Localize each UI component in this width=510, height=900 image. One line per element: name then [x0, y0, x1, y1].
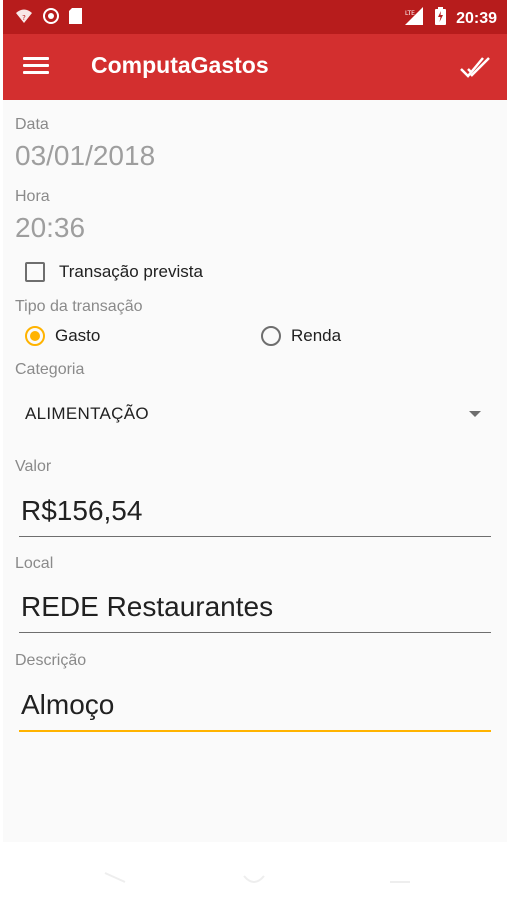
category-label: Categoria	[15, 361, 85, 378]
battery-charging-icon	[435, 7, 447, 30]
radio-gasto-label: Gasto	[55, 326, 101, 345]
double-check-icon[interactable]	[459, 50, 493, 84]
description-input[interactable]	[19, 682, 493, 728]
svg-text:LTE: LTE	[405, 10, 415, 17]
category-value: ALIMENTAÇÃO	[25, 404, 149, 423]
planned-transaction-checkbox[interactable]: Transação prevista	[25, 262, 203, 282]
place-input[interactable]	[19, 584, 493, 630]
signal-lte-icon: LTE	[403, 7, 425, 30]
radio-renda-circle[interactable]	[261, 326, 281, 346]
description-field[interactable]	[19, 682, 493, 732]
app-title: ComputaGastos	[91, 52, 269, 78]
value-input[interactable]	[19, 488, 493, 534]
status-left-icons: ?	[15, 8, 82, 29]
dropdown-arrow-icon[interactable]	[469, 411, 481, 417]
category-dropdown[interactable]: ALIMENTAÇÃO	[15, 388, 495, 438]
home-icon[interactable]	[241, 864, 267, 889]
time-value[interactable]: 20:36	[15, 212, 85, 244]
wifi-question-icon: ?	[15, 8, 33, 29]
value-label: Valor	[15, 458, 52, 475]
value-field[interactable]	[19, 488, 493, 537]
radio-renda-label: Renda	[291, 326, 342, 345]
place-field[interactable]	[19, 584, 493, 633]
svg-text:?: ?	[22, 14, 26, 22]
radio-gasto-circle[interactable]	[25, 326, 45, 346]
date-label: Data	[15, 116, 49, 133]
status-bar: ? LTE 20:39	[3, 0, 507, 34]
hamburger-menu-icon[interactable]	[23, 54, 49, 80]
radio-gasto[interactable]: Gasto	[25, 326, 100, 346]
description-label: Descrição	[15, 652, 87, 669]
back-icon[interactable]	[101, 864, 127, 889]
time-label: Hora	[15, 188, 50, 205]
app-frame: ? LTE 20:39 ComputaGastos Data 03/01/201…	[3, 0, 507, 900]
app-bar: ComputaGastos	[3, 34, 507, 100]
record-icon	[43, 8, 59, 29]
planned-transaction-label: Transação prevista	[59, 262, 203, 281]
radio-renda[interactable]: Renda	[261, 326, 341, 346]
place-label: Local	[15, 555, 54, 572]
recents-icon[interactable]	[387, 864, 413, 889]
transaction-type-label: Tipo da transação	[15, 298, 143, 315]
status-right-icons: LTE 20:39	[403, 7, 497, 30]
date-value[interactable]: 03/01/2018	[15, 140, 155, 172]
status-clock: 20:39	[456, 9, 497, 27]
checkbox-box[interactable]	[25, 262, 45, 282]
navigation-bar	[3, 842, 507, 900]
sd-card-icon	[69, 8, 82, 29]
